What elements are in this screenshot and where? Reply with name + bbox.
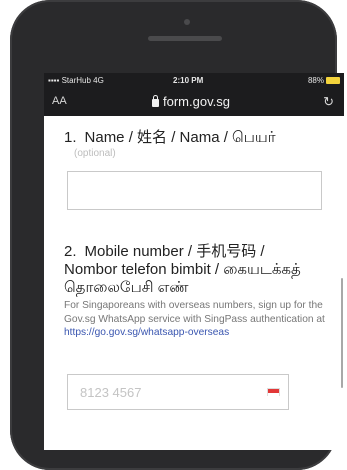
- optional-hint: (optional): [74, 148, 116, 159]
- battery-icon: [326, 77, 340, 84]
- lock-icon: [152, 95, 159, 107]
- status-bar: ▪▪▪▪ StarHub 4G 2:10 PM 88%: [44, 73, 344, 88]
- mobile-number-input[interactable]: 8123 4567: [67, 374, 289, 410]
- question-2-label: 2. Mobile number / 手机号码 / Nombor telefon …: [64, 243, 339, 297]
- question-text: Name / 姓名 / Nama / பெயர்: [84, 129, 276, 146]
- carrier-label: ▪▪▪▪ StarHub 4G: [48, 76, 104, 85]
- question-text-line3: தொலைபேசி எண்: [64, 279, 189, 296]
- camera-icon: [184, 19, 190, 25]
- question-number: 2.: [64, 243, 77, 260]
- text-size-button[interactable]: AA: [52, 95, 67, 107]
- speaker-grille: [148, 36, 222, 41]
- reload-icon[interactable]: ↻: [323, 94, 334, 110]
- name-input[interactable]: [67, 171, 322, 210]
- battery-indicator: 88%: [308, 76, 340, 85]
- signal-icon: ▪▪▪▪: [48, 76, 62, 85]
- whatsapp-overseas-link[interactable]: https://go.gov.sg/whatsapp-overseas: [64, 327, 229, 338]
- help-text: For Singaporeans with overseas numbers, …: [64, 299, 332, 340]
- address-bar[interactable]: AA form.gov.sg ↻: [44, 88, 344, 116]
- question-text-line2: Nombor telefon bimbit / கையடக்கத்: [64, 261, 301, 278]
- singapore-flag-icon[interactable]: [267, 388, 280, 397]
- url-display[interactable]: form.gov.sg: [152, 94, 230, 109]
- question-text-line1: Mobile number / 手机号码 /: [84, 243, 265, 260]
- phone-frame: ▪▪▪▪ StarHub 4G 2:10 PM 88% AA form.gov.…: [10, 0, 344, 470]
- status-time: 2:10 PM: [173, 76, 204, 85]
- phone-screen: ▪▪▪▪ StarHub 4G 2:10 PM 88% AA form.gov.…: [44, 73, 344, 450]
- scrollbar[interactable]: [341, 278, 343, 388]
- mobile-placeholder: 8123 4567: [80, 385, 142, 400]
- help-description: For Singaporeans with overseas numbers, …: [64, 300, 325, 325]
- question-1-label: 1. Name / 姓名 / Nama / பெயர்: [64, 126, 324, 148]
- question-number: 1.: [64, 129, 77, 146]
